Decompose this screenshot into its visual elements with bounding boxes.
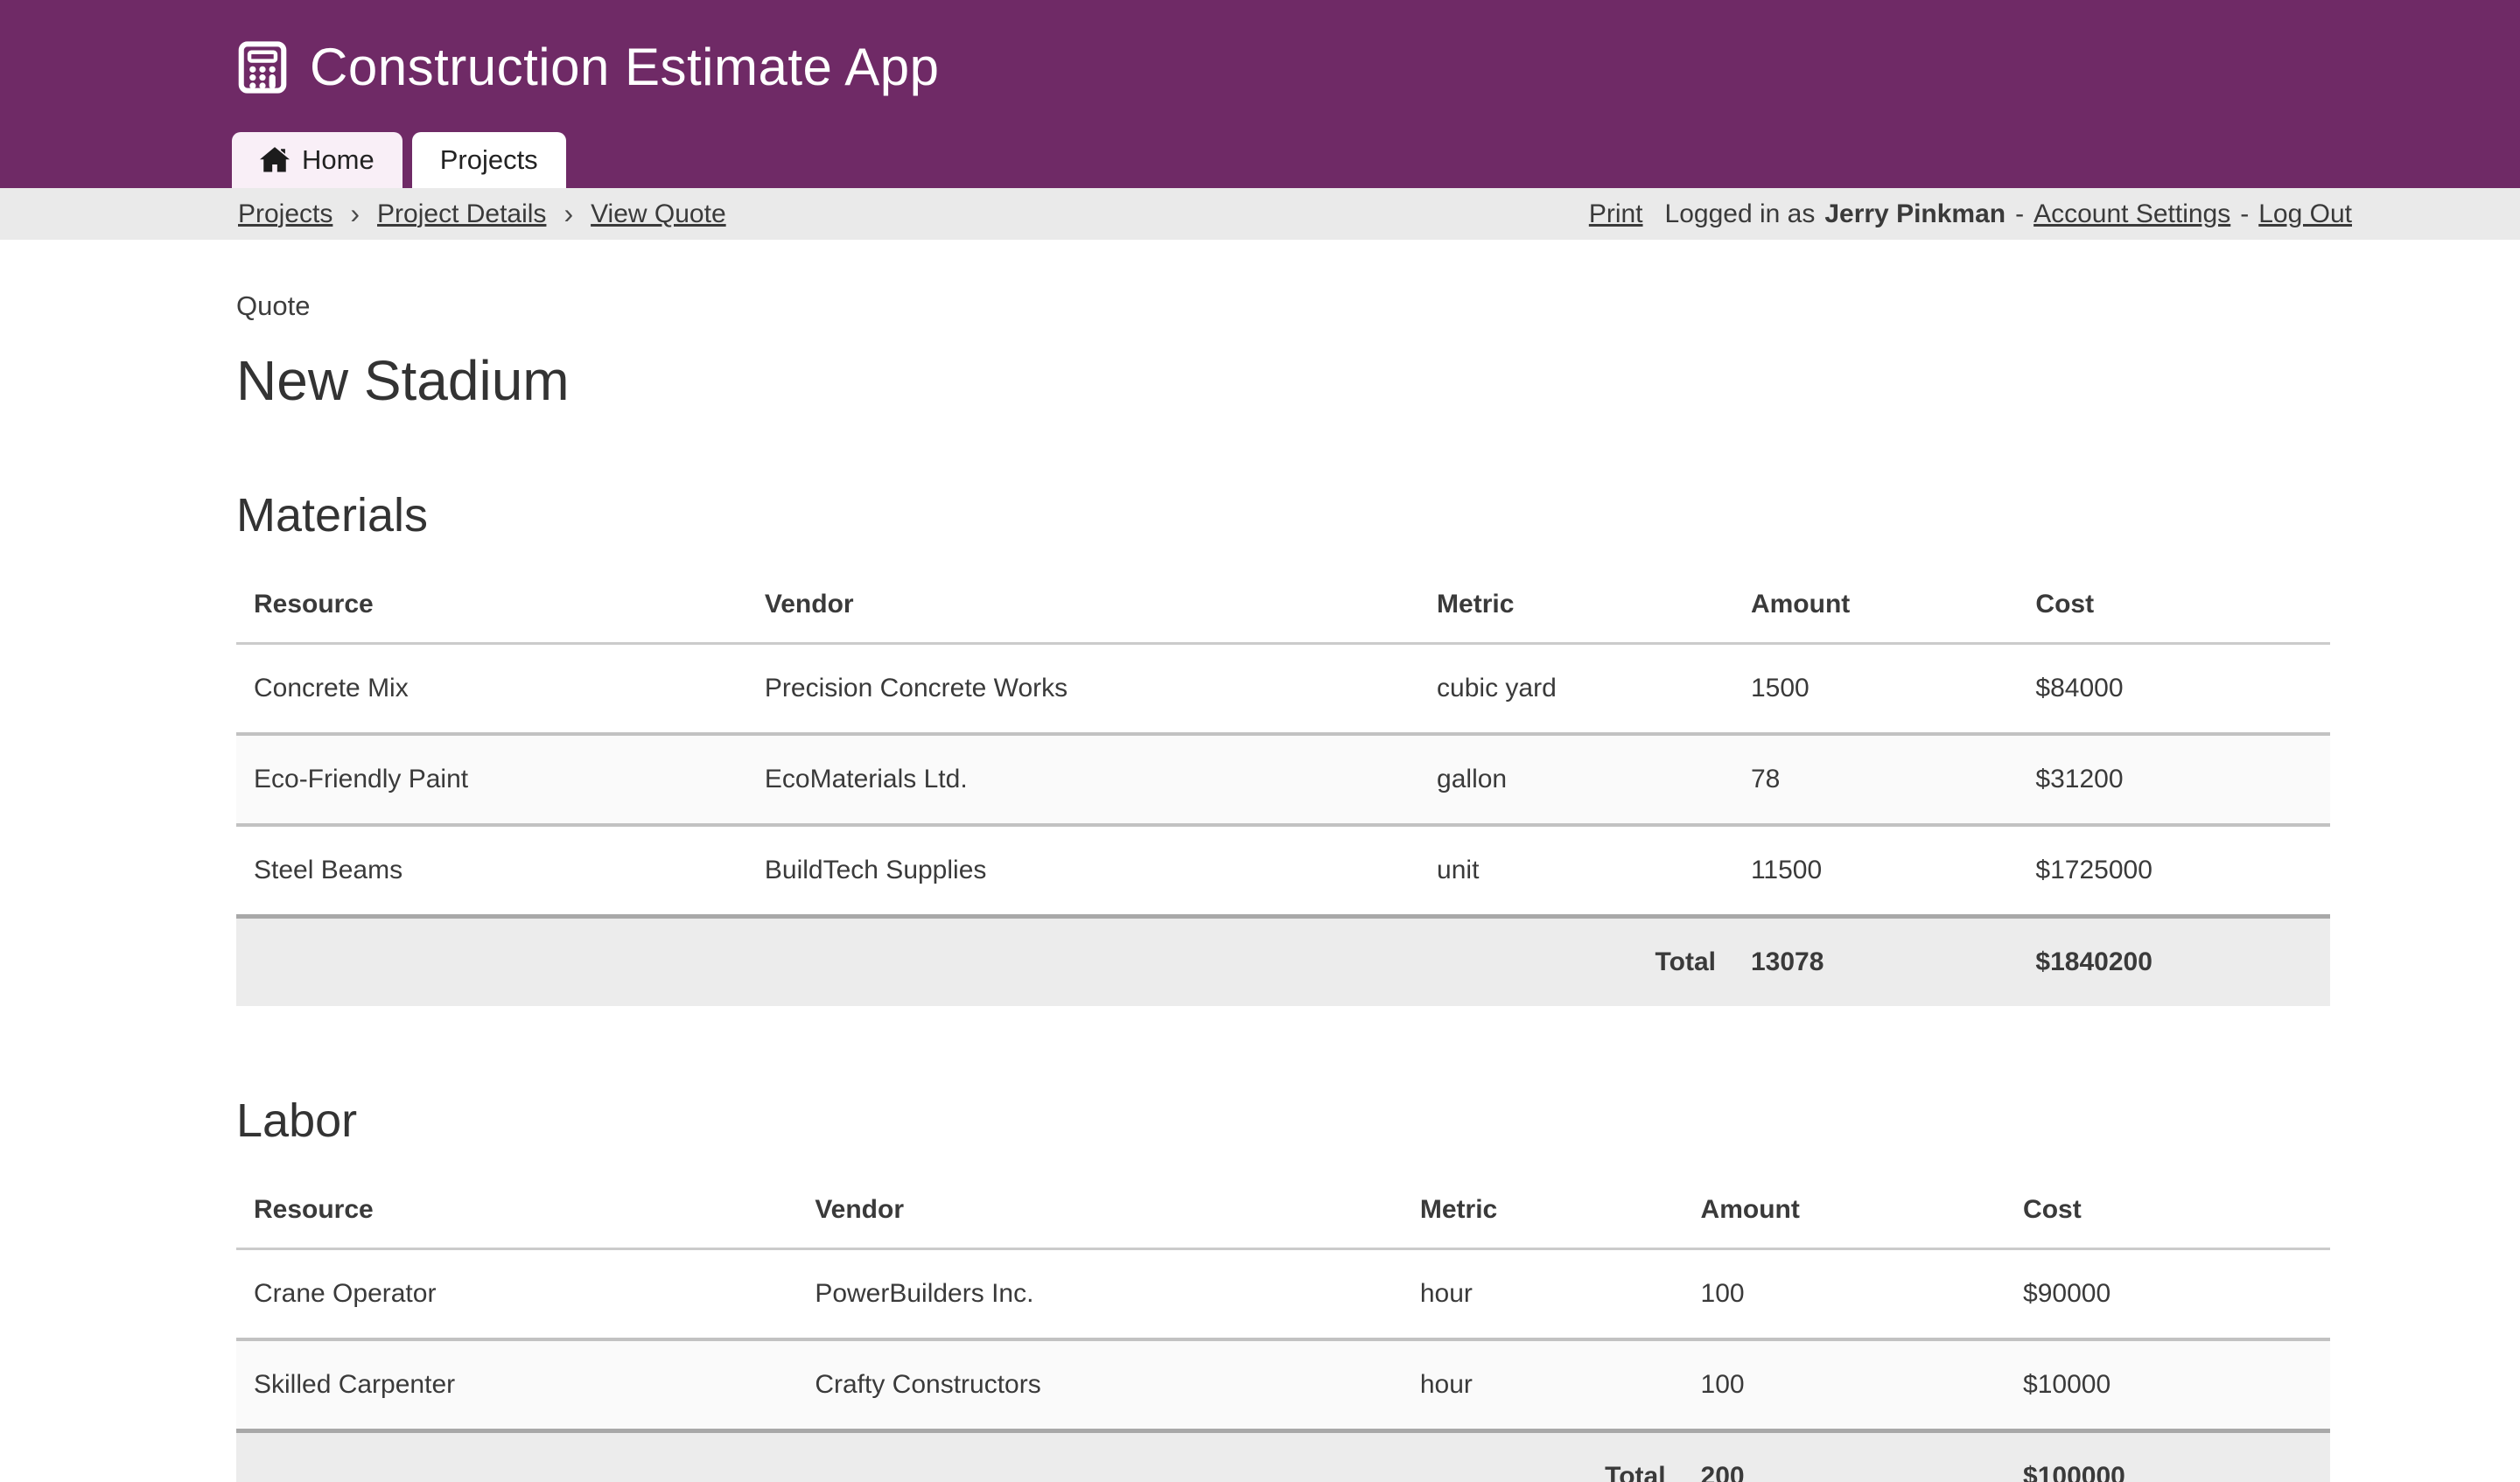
app-title: Construction Estimate App <box>310 37 940 97</box>
column-header-vendor: Vendor <box>747 569 1419 644</box>
materials-heading: Materials <box>236 488 2520 542</box>
breadcrumb-link-project-details[interactable]: Project Details <box>377 199 546 229</box>
tab-home[interactable]: Home <box>232 132 402 188</box>
home-icon <box>260 147 290 173</box>
table-row: Concrete Mix Precision Concrete Works cu… <box>236 644 2330 735</box>
cell-metric: unit <box>1419 825 1733 917</box>
breadcrumb: Projects › Project Details › View Quote <box>238 198 726 230</box>
column-header-vendor: Vendor <box>797 1174 1403 1249</box>
print-link[interactable]: Print <box>1589 199 1643 229</box>
session-bar: Print Logged in as Jerry Pinkman - Accou… <box>1589 199 2352 229</box>
cell-resource: Eco-Friendly Paint <box>236 734 747 825</box>
total-cost: $100000 <box>2006 1431 2330 1482</box>
calculator-icon <box>238 40 287 94</box>
cell-vendor: Precision Concrete Works <box>747 644 1419 735</box>
column-header-resource: Resource <box>236 1174 797 1249</box>
total-label: Total <box>236 917 1733 1007</box>
labor-heading: Labor <box>236 1094 2520 1148</box>
cell-cost: $1725000 <box>2018 825 2330 917</box>
labor-section: Labor Resource Vendor Metric Amount Cost… <box>236 1094 2520 1482</box>
cell-resource: Steel Beams <box>236 825 747 917</box>
total-label: Total <box>236 1431 1684 1482</box>
table-header-row: Resource Vendor Metric Amount Cost <box>236 569 2330 644</box>
column-header-metric: Metric <box>1403 1174 1684 1249</box>
table-row: Eco-Friendly Paint EcoMaterials Ltd. gal… <box>236 734 2330 825</box>
breadcrumb-separator: › <box>564 198 573 230</box>
breadcrumb-link-projects[interactable]: Projects <box>238 199 332 229</box>
cell-cost: $10000 <box>2006 1339 2330 1431</box>
column-header-metric: Metric <box>1419 569 1733 644</box>
cell-metric: cubic yard <box>1419 644 1733 735</box>
main-nav: Home Projects <box>232 132 566 188</box>
column-header-cost: Cost <box>2018 569 2330 644</box>
separator-dash: - <box>2015 199 2024 229</box>
cell-cost: $84000 <box>2018 644 2330 735</box>
user-name: Jerry Pinkman <box>1824 199 2006 229</box>
cell-amount: 100 <box>1684 1339 2006 1431</box>
total-row: Total 200 $100000 <box>236 1431 2330 1482</box>
table-row: Skilled Carpenter Crafty Constructors ho… <box>236 1339 2330 1431</box>
page-title: New Stadium <box>236 348 2520 413</box>
separator-dash: - <box>2240 199 2249 229</box>
logout-link[interactable]: Log Out <box>2258 199 2352 229</box>
total-cost: $1840200 <box>2018 917 2330 1007</box>
tab-projects[interactable]: Projects <box>412 132 566 188</box>
column-header-cost: Cost <box>2006 1174 2330 1249</box>
total-row: Total 13078 $1840200 <box>236 917 2330 1007</box>
cell-metric: hour <box>1403 1339 1684 1431</box>
total-amount: 200 <box>1684 1431 2006 1482</box>
cell-vendor: EcoMaterials Ltd. <box>747 734 1419 825</box>
breadcrumb-bar: Projects › Project Details › View Quote … <box>0 188 2520 240</box>
cell-amount: 11500 <box>1733 825 2018 917</box>
account-settings-link[interactable]: Account Settings <box>2034 199 2230 229</box>
tab-home-label: Home <box>302 144 374 176</box>
cell-amount: 78 <box>1733 734 2018 825</box>
cell-amount: 1500 <box>1733 644 2018 735</box>
cell-cost: $90000 <box>2006 1249 2330 1340</box>
app-header: Construction Estimate App Home Projects <box>0 0 2520 188</box>
cell-vendor: Crafty Constructors <box>797 1339 1403 1431</box>
total-amount: 13078 <box>1733 917 2018 1007</box>
table-header-row: Resource Vendor Metric Amount Cost <box>236 1174 2330 1249</box>
materials-table: Resource Vendor Metric Amount Cost Concr… <box>236 569 2330 1006</box>
cell-vendor: PowerBuilders Inc. <box>797 1249 1403 1340</box>
cell-resource: Concrete Mix <box>236 644 747 735</box>
breadcrumb-separator: › <box>350 198 360 230</box>
materials-section: Materials Resource Vendor Metric Amount … <box>236 488 2520 1006</box>
logged-in-text: Logged in as <box>1665 199 1816 229</box>
quote-eyebrow: Quote <box>236 290 2520 322</box>
cell-metric: gallon <box>1419 734 1733 825</box>
tab-projects-label: Projects <box>440 144 538 176</box>
cell-cost: $31200 <box>2018 734 2330 825</box>
column-header-amount: Amount <box>1733 569 2018 644</box>
cell-vendor: BuildTech Supplies <box>747 825 1419 917</box>
cell-resource: Crane Operator <box>236 1249 797 1340</box>
labor-table: Resource Vendor Metric Amount Cost Crane… <box>236 1174 2330 1482</box>
brand: Construction Estimate App <box>0 0 2520 97</box>
table-row: Crane Operator PowerBuilders Inc. hour 1… <box>236 1249 2330 1340</box>
column-header-resource: Resource <box>236 569 747 644</box>
breadcrumb-link-view-quote[interactable]: View Quote <box>591 199 726 229</box>
cell-amount: 100 <box>1684 1249 2006 1340</box>
main-content: Quote New Stadium Materials Resource Ven… <box>0 240 2520 1482</box>
column-header-amount: Amount <box>1684 1174 2006 1249</box>
cell-resource: Skilled Carpenter <box>236 1339 797 1431</box>
cell-metric: hour <box>1403 1249 1684 1340</box>
table-row: Steel Beams BuildTech Supplies unit 1150… <box>236 825 2330 917</box>
